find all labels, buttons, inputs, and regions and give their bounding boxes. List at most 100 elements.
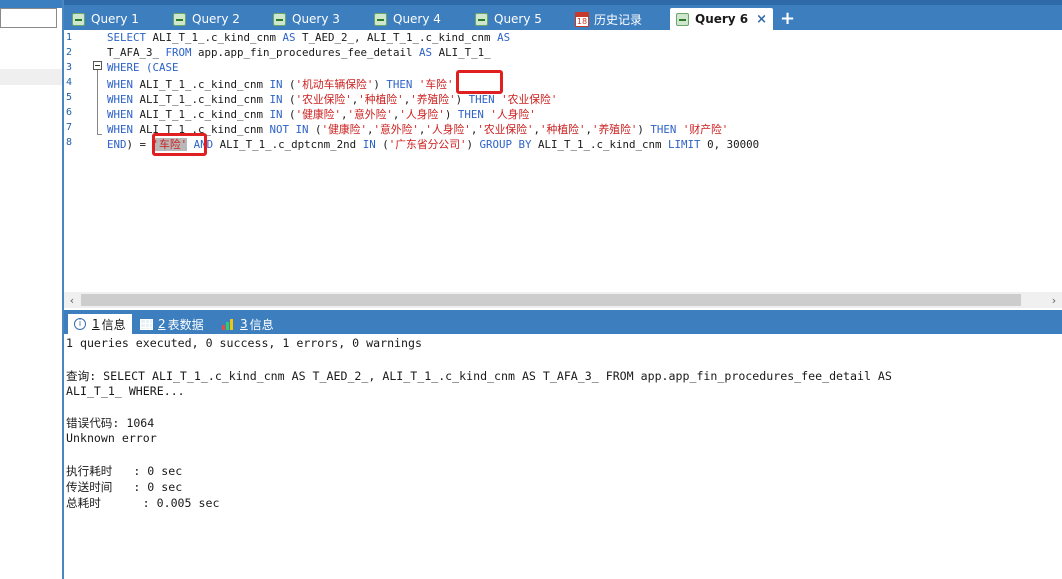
tab-label: Query 1	[91, 12, 139, 26]
transfer-time-line: 传送时间 : 0 sec	[66, 480, 183, 494]
code-token: '车险'	[418, 78, 454, 91]
close-tab-icon[interactable]: ×	[756, 12, 767, 27]
line-number: 2	[66, 47, 73, 58]
tab-info[interactable]: 3 信息	[222, 314, 274, 334]
query-table-icon	[173, 12, 186, 26]
code-token: '财产险'	[682, 123, 729, 136]
fold-toggle-icon[interactable]	[93, 61, 102, 70]
code-token: '农业保险'	[477, 123, 534, 136]
code-token: ALI_T_1_.c_kind_cnm	[139, 78, 270, 91]
tab-query-6[interactable]: Query 6 ×	[670, 8, 774, 30]
left-panel-header	[0, 0, 62, 8]
query-table-icon	[72, 12, 85, 26]
summary-line: 1 queries executed, 0 success, 1 errors,…	[66, 336, 422, 350]
code-token: )	[455, 93, 469, 106]
tab-label: Query 3	[292, 12, 340, 26]
query-table-icon	[475, 12, 488, 26]
code-token: '意外险'	[347, 108, 393, 121]
object-browser-panel	[0, 0, 62, 579]
code-token: '健康险'	[295, 108, 341, 121]
line-number: 6	[66, 107, 73, 118]
fold-guide-end	[97, 134, 102, 135]
line-number: 7	[66, 122, 73, 133]
tab-number: 2	[158, 317, 166, 331]
code-token: ALI_T_1_.c_kind_cnm	[538, 138, 669, 151]
tab-table-data[interactable]: 2 表数据	[140, 314, 204, 334]
object-filter-input[interactable]	[0, 8, 57, 28]
code-token: app.app_fin_procedures_fee_detail	[198, 46, 420, 59]
tab-label: 历史记录	[594, 12, 643, 27]
code-token: WHEN	[107, 93, 140, 106]
sql-editor[interactable]: 1 2 3 4 5 6 7 8 SELECT ALI_T_1_.c_kind_c…	[64, 30, 1062, 292]
selected-tree-row[interactable]	[0, 69, 62, 85]
new-tab-button[interactable]: +	[780, 8, 795, 30]
query-table-icon	[273, 12, 286, 26]
tab-label: Query 2	[192, 12, 240, 26]
tab-query-5[interactable]: Query 5	[475, 8, 542, 30]
code-token: LIMIT	[668, 138, 708, 151]
code-token: '农业保险'	[501, 93, 558, 106]
total-time-line: 总耗时 : 0.005 sec	[66, 496, 220, 510]
tab-label: Query 4	[393, 12, 441, 26]
code-token: NOT IN	[269, 123, 316, 136]
tab-messages[interactable]: i 1 信息	[68, 314, 132, 334]
title-strip	[64, 0, 1062, 5]
code-token: FROM	[165, 46, 199, 59]
code-token: WHERE (CASE	[107, 61, 179, 74]
code-token: T_AED_2_, ALI_T_1_.c_kind_cnm	[302, 31, 498, 44]
code-line-2: T_AFA_3_ FROM app.app_fin_procedures_fee…	[107, 46, 491, 59]
query-tab-bar: Query 1 Query 2 Query 3 Query 4 Query 5 …	[64, 0, 1062, 30]
tab-history[interactable]: 18 历史记录	[575, 8, 642, 30]
code-token: '养殖险'	[591, 123, 638, 136]
tab-query-3[interactable]: Query 3	[273, 8, 340, 30]
code-token: '种植险'	[358, 93, 404, 106]
scrollbar-thumb[interactable]	[81, 294, 1021, 306]
tab-query-1[interactable]: Query 1	[72, 8, 139, 30]
code-token: THEN	[650, 123, 683, 136]
result-tab-bar: i 1 信息 2 表数据 3 信息	[64, 310, 1062, 334]
code-token: '人身险'	[399, 108, 445, 121]
code-token: AS	[282, 31, 303, 44]
code-token: 0, 30000	[707, 138, 760, 151]
code-token: IN	[269, 108, 290, 121]
code-token: )	[444, 108, 458, 121]
code-token: IN	[269, 93, 290, 106]
code-token: WHEN	[107, 123, 140, 136]
code-token: AS	[419, 46, 439, 59]
line-number: 1	[66, 32, 73, 43]
tab-label: 信息	[249, 317, 274, 332]
code-token: END	[107, 138, 127, 151]
error-message-line: Unknown error	[66, 431, 157, 445]
tab-number: 1	[92, 317, 100, 331]
code-token: '人身险'	[490, 108, 536, 121]
query-table-icon	[676, 12, 689, 26]
tab-number: 3	[240, 317, 248, 331]
code-token: AS	[497, 31, 511, 44]
table-grid-icon	[140, 318, 153, 330]
code-token: THEN	[468, 93, 502, 106]
highlight-box-then-value	[456, 70, 503, 94]
info-icon: i	[74, 318, 86, 330]
scroll-right-icon[interactable]: ›	[1046, 292, 1062, 308]
query-table-icon	[374, 12, 387, 26]
code-token: ALI_T_1_.c_kind_cnm	[152, 31, 283, 44]
highlight-box-end-value	[152, 133, 207, 156]
code-token: '农业保险'	[295, 93, 352, 106]
code-line-4: WHEN ALI_T_1_.c_kind_cnm IN ('机动车辆保险') T…	[107, 76, 453, 92]
code-token: '机动车辆保险'	[295, 78, 374, 91]
code-token: ALI_T_1_.c_kind_cnm	[139, 93, 270, 106]
exec-time-line: 执行耗时 : 0 sec	[66, 464, 183, 478]
code-token: ALI_T_1_	[438, 46, 491, 59]
error-code-line: 错误代码: 1064	[66, 416, 155, 430]
scroll-left-icon[interactable]: ‹	[64, 292, 80, 308]
tab-query-2[interactable]: Query 2	[173, 8, 240, 30]
line-number: 8	[66, 137, 73, 148]
tab-query-4[interactable]: Query 4	[374, 8, 441, 30]
editor-horizontal-scrollbar[interactable]: ‹ ›	[64, 292, 1062, 308]
line-number: 5	[66, 92, 73, 103]
bar-chart-icon	[222, 318, 235, 330]
code-token: '意外险'	[373, 123, 419, 136]
code-token: THEN	[386, 78, 419, 91]
line-number: 3	[66, 62, 73, 73]
code-token: ) =	[126, 138, 153, 151]
